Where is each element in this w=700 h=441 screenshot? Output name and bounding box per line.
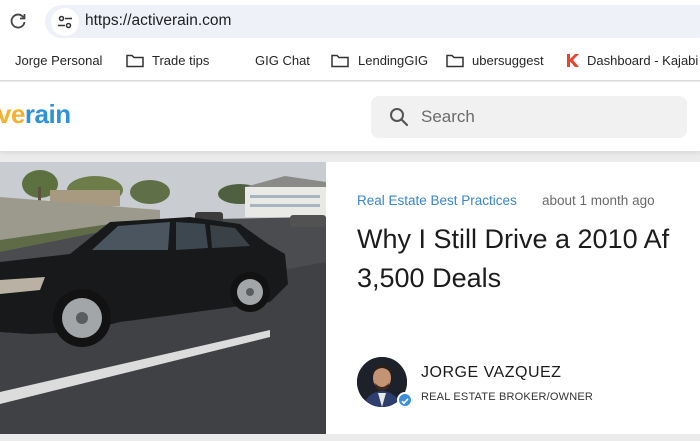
- check-icon: [401, 398, 409, 405]
- search-box[interactable]: [371, 96, 687, 138]
- car-photo: [0, 162, 326, 434]
- post-time: about 1 month ago: [542, 193, 655, 208]
- site-info-button[interactable]: [51, 8, 79, 36]
- bookmark-label: LendingGIG: [358, 53, 429, 68]
- post-title-line-1[interactable]: Why I Still Drive a 2010 Af: [357, 220, 700, 259]
- url-text[interactable]: https://activerain.com: [85, 12, 231, 30]
- post-title-line-2[interactable]: 3,500 Deals: [357, 259, 700, 298]
- bookmark-label: ubersuggest: [472, 53, 544, 68]
- bookmark-label: Trade tips: [152, 53, 210, 68]
- post-category-link[interactable]: Real Estate Best Practices: [357, 193, 517, 208]
- post-card[interactable]: Real Estate Best Practices about 1 month…: [0, 162, 700, 434]
- post-meta: Real Estate Best Practices about 1 month…: [357, 193, 655, 208]
- search-icon: [390, 108, 409, 127]
- browser-toolbar: https://activerain.com: [0, 0, 700, 41]
- search-input[interactable]: [421, 105, 671, 129]
- post-image[interactable]: [0, 162, 326, 434]
- site-logo[interactable]: verain: [0, 99, 71, 130]
- author-name[interactable]: JORGE VAZQUEZ: [421, 364, 561, 382]
- kajabi-icon: [567, 54, 579, 67]
- folder-icon: [331, 54, 349, 68]
- folder-icon: [446, 54, 464, 68]
- author-role: REAL ESTATE BROKER/OWNER: [421, 391, 594, 403]
- folder-icon: [126, 54, 144, 68]
- reload-icon[interactable]: [8, 11, 28, 31]
- post-title[interactable]: Why I Still Drive a 2010 Af 3,500 Deals: [357, 220, 700, 298]
- address-bar[interactable]: https://activerain.com: [45, 5, 700, 38]
- verified-badge: [397, 392, 413, 408]
- bookmark-label: Jorge Personal: [15, 53, 103, 68]
- site-header: verain: [0, 82, 700, 151]
- bookmark-label: GIG Chat: [255, 53, 310, 68]
- bookmarks-bar: Jorge Personal Trade tips GIG Chat Lendi…: [0, 41, 700, 81]
- bookmark-label: Dashboard - Kajabi: [587, 53, 699, 68]
- tune-icon: [58, 15, 72, 29]
